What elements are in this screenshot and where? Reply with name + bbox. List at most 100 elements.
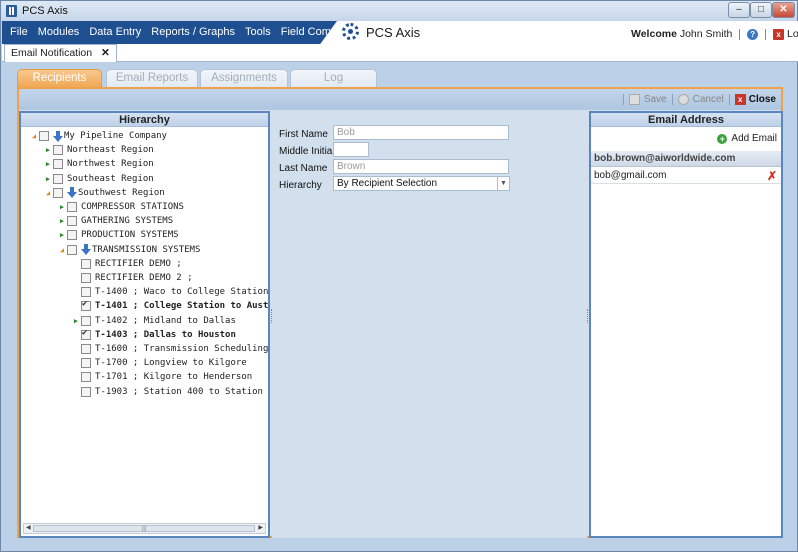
tree-checkbox[interactable] xyxy=(67,202,77,212)
expand-toggle-icon[interactable]: ▶ xyxy=(43,175,53,183)
user-area: Welcome John Smith ? x Log Out xyxy=(631,28,798,40)
tree-node[interactable]: ▶ PRODUCTION SYSTEMS xyxy=(57,228,179,242)
tree-checkbox[interactable] xyxy=(81,386,91,397)
expand-toggle-icon[interactable]: ◢ xyxy=(57,246,67,254)
brand-gear-icon xyxy=(342,23,359,40)
expand-toggle-icon[interactable]: ▶ xyxy=(71,317,81,325)
tree-node[interactable]: ▶ Southeast Region xyxy=(43,172,154,186)
menu-file[interactable]: File xyxy=(5,26,33,38)
tab-email-notification[interactable]: Email Notification ✕ xyxy=(4,44,117,62)
tree-node-label: T-1400 ; Waco to College Station xyxy=(95,287,268,298)
add-email-button[interactable]: + Add Email xyxy=(717,133,777,144)
logout-icon[interactable]: x xyxy=(773,28,785,40)
tree-node[interactable]: T-1701 ; Kilgore to Henderson xyxy=(71,370,252,384)
email-row[interactable]: bob@gmail.com ✗ xyxy=(591,168,781,184)
tree-checkbox[interactable] xyxy=(81,258,91,269)
tree-checkbox[interactable] xyxy=(81,273,91,283)
app-logo-icon xyxy=(6,5,17,17)
tree-node[interactable]: ▶ Northeast Region xyxy=(43,143,154,157)
close-button[interactable]: Close xyxy=(749,94,776,105)
tree-node[interactable]: RECTIFIER DEMO 2 ; xyxy=(71,271,193,285)
tree-node[interactable]: T-1903 ; Station 400 to Station 401 xyxy=(71,385,268,399)
horizontal-scrollbar[interactable]: ◀ ||| ▶ xyxy=(23,523,266,534)
tree-node[interactable]: ◢ Southwest Region xyxy=(43,186,165,200)
tab-assignments[interactable]: Assignments xyxy=(200,69,288,87)
arrow-down-icon xyxy=(81,244,91,256)
menu-modules[interactable]: Modules xyxy=(33,26,85,38)
tree-node-label: T-1401 ; College Station to Austin xyxy=(95,301,268,312)
expand-toggle-icon[interactable]: ◢ xyxy=(29,132,39,140)
tree-checkbox[interactable] xyxy=(81,299,91,312)
expand-toggle-icon[interactable]: ▶ xyxy=(43,146,53,154)
tree-node[interactable]: T-1403 ; Dallas to Houston xyxy=(71,328,236,342)
tree-node[interactable]: T-1401 ; College Station to Austin xyxy=(71,299,268,313)
arrow-down-icon xyxy=(67,187,77,199)
tree-checkbox[interactable] xyxy=(81,372,91,383)
expand-toggle-icon[interactable]: ▶ xyxy=(57,231,67,239)
tree-node[interactable]: T-1400 ; Waco to College Station xyxy=(71,285,268,299)
document-tab-strip: Email Notification ✕ xyxy=(2,44,798,62)
tab-label: Email Notification xyxy=(11,47,93,59)
save-icon xyxy=(628,94,640,105)
tree-node[interactable]: ▶ GATHERING SYSTEMS xyxy=(57,214,173,228)
delete-icon[interactable]: ✗ xyxy=(767,168,777,184)
window-close-button[interactable]: ✕ xyxy=(772,2,795,18)
tree-checkbox[interactable] xyxy=(81,287,91,298)
scroll-left-icon[interactable]: ◀ xyxy=(26,524,31,533)
scroll-right-icon[interactable]: ▶ xyxy=(258,524,263,533)
save-button[interactable]: Save xyxy=(644,94,667,105)
tree-checkbox[interactable] xyxy=(67,230,77,241)
maximize-button[interactable]: □ xyxy=(750,2,772,18)
tree-checkbox[interactable] xyxy=(53,187,63,198)
expand-toggle-icon[interactable]: ▶ xyxy=(57,203,67,211)
tree-checkbox[interactable] xyxy=(53,159,63,170)
hierarchy-select[interactable]: By Recipient Selection ▼ xyxy=(333,176,510,191)
expand-toggle-icon[interactable]: ▶ xyxy=(43,160,53,168)
tree-checkbox[interactable] xyxy=(81,344,91,354)
logout-link[interactable]: Log Out xyxy=(787,28,798,40)
tree-checkbox[interactable] xyxy=(39,131,49,141)
tab-email-reports[interactable]: Email Reports xyxy=(106,69,198,87)
tree-checkbox[interactable] xyxy=(81,328,91,340)
expand-toggle-icon[interactable]: ▶ xyxy=(57,217,67,225)
tab-close-icon[interactable]: ✕ xyxy=(101,47,110,59)
tree-checkbox[interactable] xyxy=(53,145,63,156)
tree-node[interactable]: ▶ COMPRESSOR STATIONS xyxy=(57,200,184,214)
tree-node-label: GATHERING SYSTEMS xyxy=(81,216,174,227)
tree-node[interactable]: T-1700 ; Longview to Kilgore xyxy=(71,356,247,370)
help-icon[interactable]: ? xyxy=(747,28,759,40)
tree-node-label: Northeast Region xyxy=(67,145,154,156)
tree-checkbox[interactable] xyxy=(81,358,91,369)
middle-initial-field[interactable] xyxy=(333,142,369,157)
tree-checkbox[interactable] xyxy=(53,173,63,184)
menu-reports-graphs[interactable]: Reports / Graphs xyxy=(146,26,240,38)
expand-toggle-icon[interactable]: ◢ xyxy=(43,189,53,197)
cancel-button[interactable]: Cancel xyxy=(693,94,724,105)
menu-data-entry[interactable]: Data Entry xyxy=(84,26,146,38)
scrollbar-thumb[interactable]: ||| xyxy=(33,525,255,532)
tree-checkbox[interactable] xyxy=(67,244,77,255)
tree-node-label: T-1403 ; Dallas to Houston xyxy=(95,329,236,340)
tree-node[interactable]: T-1600 ; Transmission Scheduling xyxy=(71,342,268,356)
tab-log[interactable]: Log xyxy=(290,69,377,87)
separator xyxy=(739,28,741,40)
title-bar: PCS Axis – □ ✕ xyxy=(1,1,797,21)
menu-tools[interactable]: Tools xyxy=(240,26,276,38)
tree-checkbox[interactable] xyxy=(67,216,77,227)
tree-node[interactable]: ▶ Northwest Region xyxy=(43,157,154,171)
tree-node-label: Southwest Region xyxy=(78,187,165,198)
first-name-field[interactable]: Bob xyxy=(333,125,509,140)
recipient-form: First Name Bob Middle Initial Last Name … xyxy=(272,111,587,538)
last-name-field[interactable]: Brown xyxy=(333,159,509,174)
minimize-button[interactable]: – xyxy=(728,2,750,18)
welcome-label: Welcome xyxy=(631,28,677,40)
tree-node[interactable]: ▶ T-1402 ; Midland to Dallas xyxy=(71,314,236,328)
chevron-down-icon[interactable]: ▼ xyxy=(497,177,509,190)
window-title: PCS Axis xyxy=(22,5,68,17)
tree-node[interactable]: ◢ My Pipeline Company xyxy=(29,129,167,143)
tree-node-label: Southeast Region xyxy=(67,173,154,184)
tree-node[interactable]: RECTIFIER DEMO ; xyxy=(71,257,182,271)
tab-recipients[interactable]: Recipients xyxy=(17,69,102,87)
tree-checkbox[interactable] xyxy=(81,315,91,326)
tree-node[interactable]: ◢ TRANSMISSION SYSTEMS xyxy=(57,243,200,257)
